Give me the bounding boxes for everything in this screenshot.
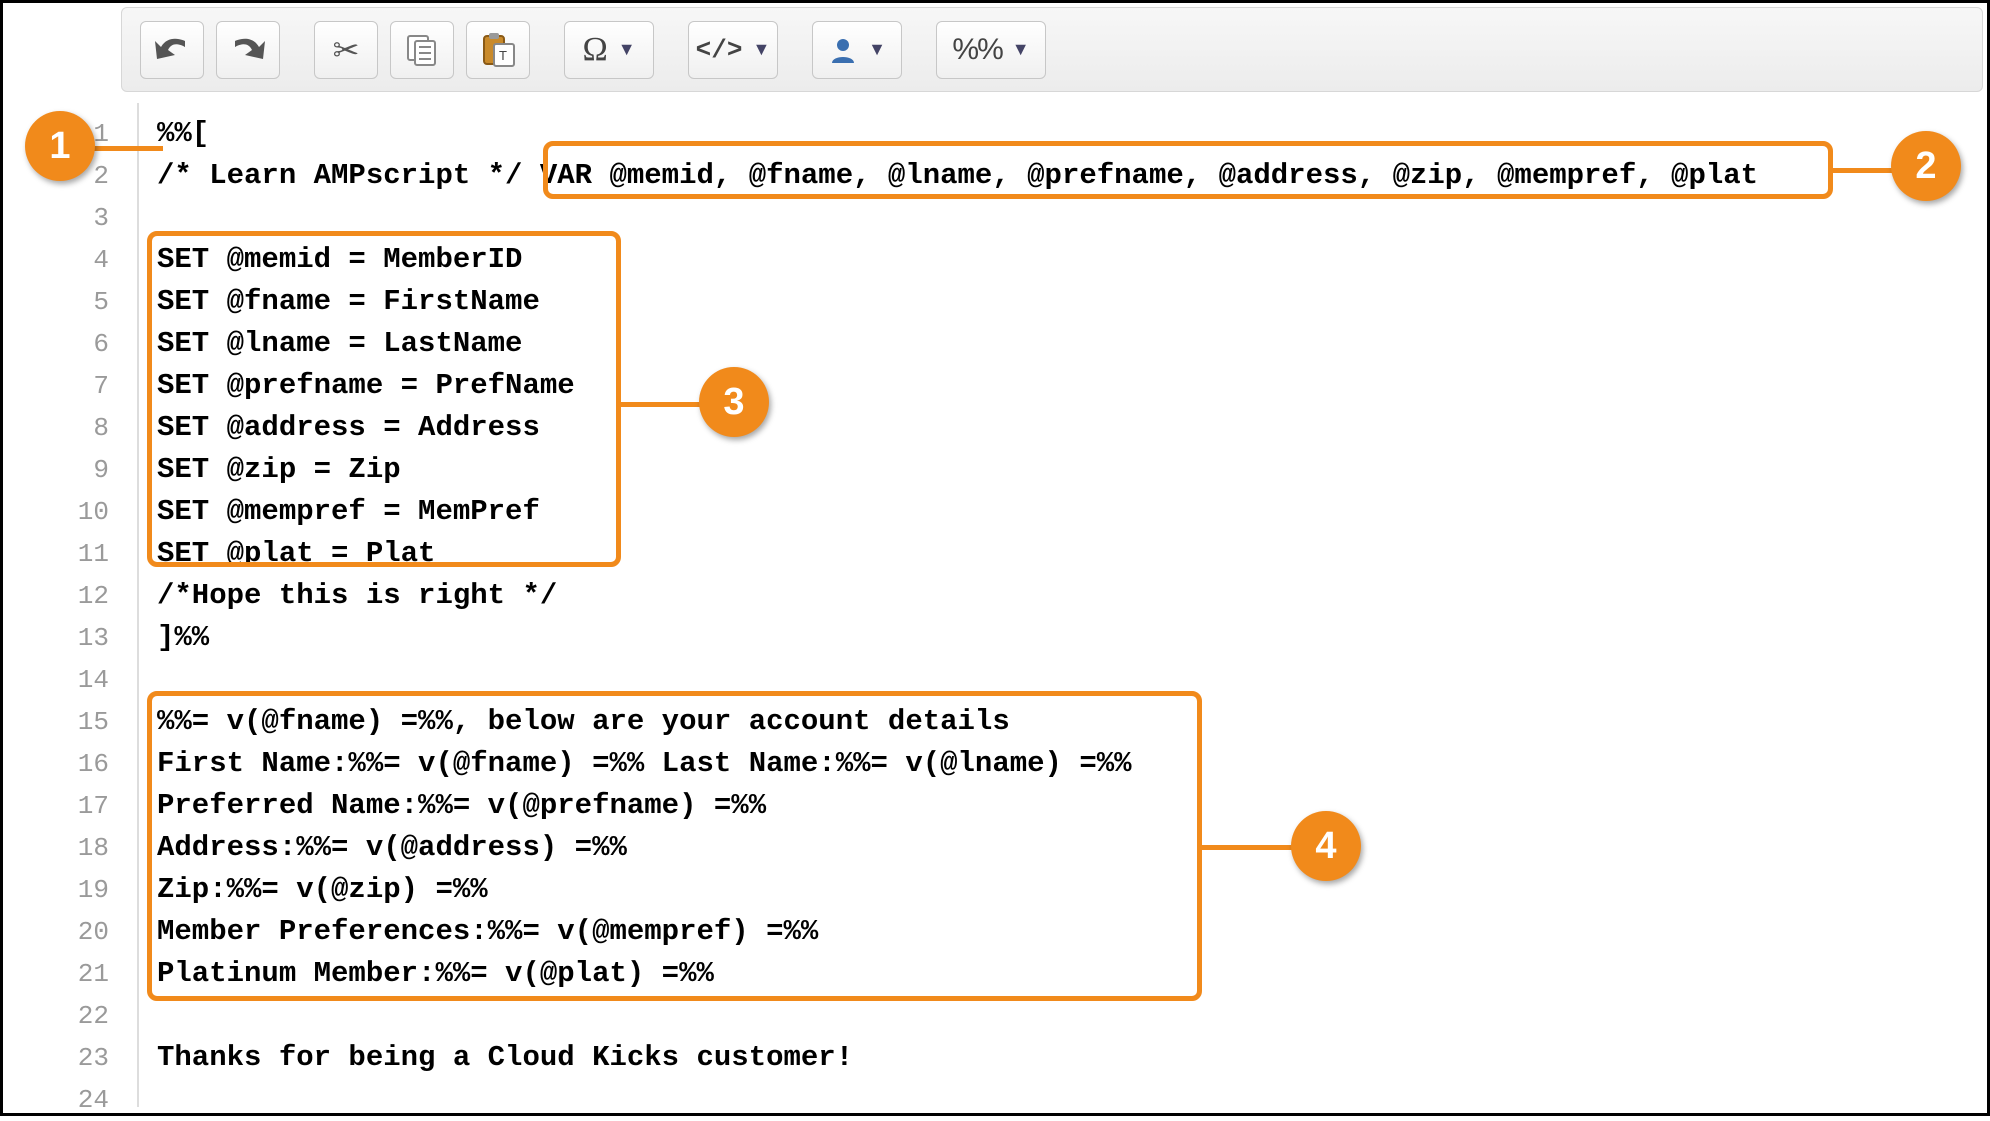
line-number: 15 xyxy=(9,701,137,743)
chevron-down-icon: ▼ xyxy=(618,39,636,60)
line-number-gutter: 123456789101112131415161718192021222324 xyxy=(9,103,139,1107)
line-number: 14 xyxy=(9,659,137,701)
code-line[interactable]: SET @mempref = MemPref xyxy=(157,491,1981,533)
code-line[interactable] xyxy=(157,197,1981,239)
line-number: 2 xyxy=(9,155,137,197)
line-number: 21 xyxy=(9,953,137,995)
line-number: 24 xyxy=(9,1079,137,1121)
redo-button[interactable] xyxy=(216,21,280,79)
code-snippet-button[interactable]: </> ▼ xyxy=(688,21,778,79)
copy-button[interactable] xyxy=(390,21,454,79)
undo-icon xyxy=(155,37,189,63)
line-number: 20 xyxy=(9,911,137,953)
code-line[interactable] xyxy=(157,659,1981,701)
paste-icon: T xyxy=(480,32,516,68)
code-line[interactable]: /* Learn AMPscript */ VAR @memid, @fname… xyxy=(157,155,1981,197)
code-line[interactable]: ]%% xyxy=(157,617,1981,659)
percent-icon: %% xyxy=(952,33,1001,67)
redo-icon xyxy=(231,37,265,63)
cut-button[interactable]: ✂ xyxy=(314,21,378,79)
line-number: 6 xyxy=(9,323,137,365)
line-number: 13 xyxy=(9,617,137,659)
line-number: 9 xyxy=(9,449,137,491)
line-number: 17 xyxy=(9,785,137,827)
code-line[interactable]: Zip:%%= v(@zip) =%% xyxy=(157,869,1981,911)
line-number: 10 xyxy=(9,491,137,533)
paste-button[interactable]: T xyxy=(466,21,530,79)
code-content[interactable]: %%[/* Learn AMPscript */ VAR @memid, @fn… xyxy=(139,103,1981,1107)
code-line[interactable]: Preferred Name:%%= v(@prefname) =%% xyxy=(157,785,1981,827)
line-number: 11 xyxy=(9,533,137,575)
code-editor[interactable]: 123456789101112131415161718192021222324 … xyxy=(9,103,1981,1107)
code-line[interactable]: SET @memid = MemberID xyxy=(157,239,1981,281)
user-icon xyxy=(828,35,858,65)
user-menu-button[interactable]: ▼ xyxy=(812,21,902,79)
code-line[interactable]: %%= v(@fname) =%%, below are your accoun… xyxy=(157,701,1981,743)
line-number: 7 xyxy=(9,365,137,407)
line-number: 5 xyxy=(9,281,137,323)
personalization-button[interactable]: %% ▼ xyxy=(936,21,1046,79)
code-line[interactable]: Address:%%= v(@address) =%% xyxy=(157,827,1981,869)
chevron-down-icon: ▼ xyxy=(1012,39,1030,60)
editor-toolbar: ✂ T Ω ▼ </> ▼ ▼ %% xyxy=(121,7,1983,92)
code-line[interactable] xyxy=(157,1079,1981,1121)
code-line[interactable]: SET @prefname = PrefName xyxy=(157,365,1981,407)
line-number: 8 xyxy=(9,407,137,449)
line-number: 1 xyxy=(9,113,137,155)
special-char-button[interactable]: Ω ▼ xyxy=(564,21,654,79)
chevron-down-icon: ▼ xyxy=(868,39,886,60)
code-line[interactable] xyxy=(157,995,1981,1037)
code-line[interactable]: SET @lname = LastName xyxy=(157,323,1981,365)
code-line[interactable]: SET @plat = Plat xyxy=(157,533,1981,575)
code-line[interactable]: SET @zip = Zip xyxy=(157,449,1981,491)
code-line[interactable]: Thanks for being a Cloud Kicks customer! xyxy=(157,1037,1981,1079)
code-icon: </> xyxy=(696,35,743,65)
svg-text:T: T xyxy=(499,48,507,63)
copy-icon xyxy=(405,33,439,67)
line-number: 12 xyxy=(9,575,137,617)
line-number: 16 xyxy=(9,743,137,785)
line-number: 23 xyxy=(9,1037,137,1079)
code-line[interactable]: Platinum Member:%%= v(@plat) =%% xyxy=(157,953,1981,995)
code-line[interactable]: Member Preferences:%%= v(@mempref) =%% xyxy=(157,911,1981,953)
code-line[interactable]: SET @fname = FirstName xyxy=(157,281,1981,323)
code-line[interactable]: First Name:%%= v(@fname) =%% Last Name:%… xyxy=(157,743,1981,785)
omega-icon: Ω xyxy=(582,31,607,69)
code-line[interactable]: SET @address = Address xyxy=(157,407,1981,449)
code-line[interactable]: /*Hope this is right */ xyxy=(157,575,1981,617)
code-line[interactable]: %%[ xyxy=(157,113,1981,155)
line-number: 19 xyxy=(9,869,137,911)
chevron-down-icon: ▼ xyxy=(752,39,770,60)
line-number: 22 xyxy=(9,995,137,1037)
line-number: 4 xyxy=(9,239,137,281)
line-number: 18 xyxy=(9,827,137,869)
line-number: 3 xyxy=(9,197,137,239)
cut-icon: ✂ xyxy=(333,31,360,69)
undo-button[interactable] xyxy=(140,21,204,79)
